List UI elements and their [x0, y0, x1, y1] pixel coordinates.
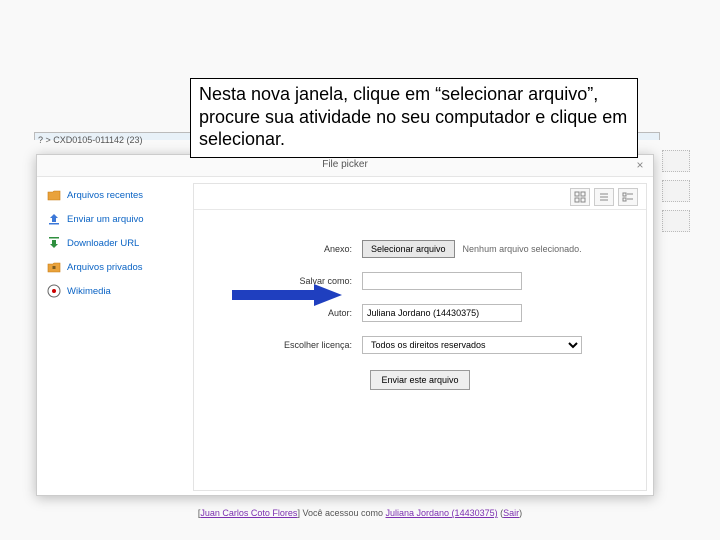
anexo-label: Anexo:	[194, 244, 352, 254]
sidebar-item-private[interactable]: Arquivos privados	[43, 255, 183, 279]
modal-title: File picker	[322, 159, 368, 170]
autor-label: Autor:	[194, 308, 352, 318]
sidebar-item-downloader[interactable]: Downloader URL	[43, 231, 183, 255]
background-hint-panels	[662, 150, 690, 460]
download-icon	[47, 236, 61, 250]
view-toolbar	[194, 184, 646, 210]
sidebar-item-label: Downloader URL	[67, 238, 139, 249]
no-file-text: Nenhum arquivo selecionado.	[463, 244, 582, 254]
footer: [Juan Carlos Coto Flores] Você acessou c…	[0, 508, 720, 518]
sidebar-item-label: Enviar um arquivo	[67, 214, 144, 225]
wiki-icon	[47, 284, 61, 298]
license-select[interactable]: Todos os direitos reservados	[362, 336, 582, 354]
footer-admin-link[interactable]: Juan Carlos Coto Flores	[200, 508, 297, 518]
upload-form: Anexo: Selecionar arquivo Nenhum arquivo…	[194, 210, 646, 390]
view-detail-icon[interactable]	[618, 188, 638, 206]
licenca-label: Escolher licença:	[194, 340, 352, 350]
folder-recent-icon	[47, 188, 61, 202]
submit-button[interactable]: Enviar este arquivo	[370, 370, 469, 390]
row-licenca: Escolher licença: Todos os direitos rese…	[194, 336, 646, 354]
instruction-callout: Nesta nova janela, clique em “selecionar…	[190, 78, 638, 158]
folder-private-icon	[47, 260, 61, 274]
highlight-arrow	[232, 284, 342, 306]
view-grid-icon[interactable]	[570, 188, 590, 206]
row-anexo: Anexo: Selecionar arquivo Nenhum arquivo…	[194, 240, 646, 258]
sidebar-item-label: Wikimedia	[67, 286, 111, 297]
breadcrumb: ? > CXD0105-011142 (23)	[38, 135, 142, 145]
sidebar-item-wikimedia[interactable]: Wikimedia	[43, 279, 183, 303]
submit-row: Enviar este arquivo	[194, 370, 646, 390]
modal-header: File picker ×	[37, 155, 653, 177]
footer-text: Você acessou como	[302, 508, 385, 518]
sidebar-item-label: Arquivos recentes	[67, 190, 143, 201]
close-icon[interactable]: ×	[633, 158, 647, 172]
view-list-icon[interactable]	[594, 188, 614, 206]
save-as-input[interactable]	[362, 272, 522, 290]
sidebar-item-upload[interactable]: Enviar um arquivo	[43, 207, 183, 231]
picker-content: Anexo: Selecionar arquivo Nenhum arquivo…	[193, 183, 647, 491]
browse-button[interactable]: Selecionar arquivo	[362, 240, 455, 258]
row-autor: Autor:	[194, 304, 646, 322]
footer-user-link[interactable]: Juliana Jordano (14430375)	[386, 508, 498, 518]
author-input[interactable]	[362, 304, 522, 322]
file-picker-modal: File picker × Arquivos recentes Enviar u…	[36, 154, 654, 496]
upload-icon	[47, 212, 61, 226]
sidebar-item-label: Arquivos privados	[67, 262, 143, 273]
picker-sidebar: Arquivos recentes Enviar um arquivo Down…	[43, 183, 183, 303]
logout-link[interactable]: Sair	[503, 508, 519, 518]
modal-body: Arquivos recentes Enviar um arquivo Down…	[37, 177, 653, 497]
sidebar-item-recent[interactable]: Arquivos recentes	[43, 183, 183, 207]
